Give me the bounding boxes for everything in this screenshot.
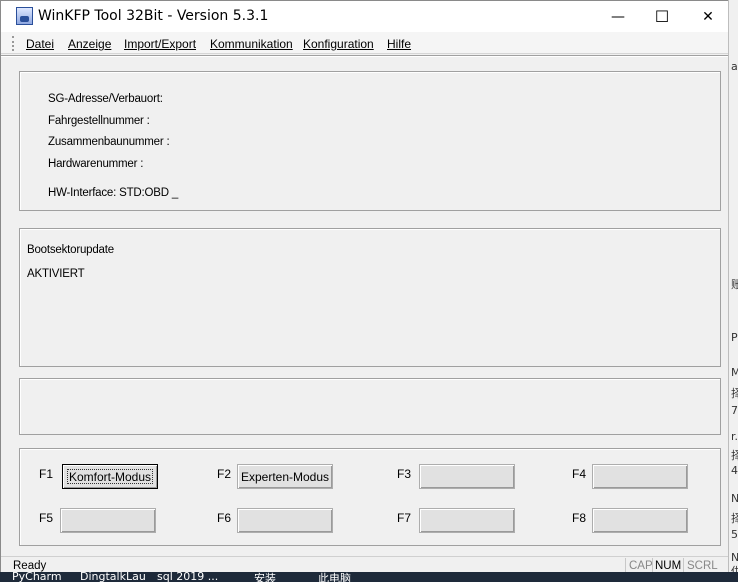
komfort-modus-button[interactable]: Komfort-Modus (62, 464, 158, 489)
experten-modus-button[interactable]: Experten-Modus (237, 464, 333, 489)
app-icon (16, 7, 33, 25)
status-text: Ready (13, 560, 47, 572)
taskbar-item[interactable]: 此电脑 (318, 572, 351, 582)
f8-label: F8 (572, 511, 587, 525)
f5-button[interactable] (60, 508, 156, 533)
menu-hilfe[interactable]: Hilfe (387, 37, 411, 51)
taskbar-item[interactable]: PyCharm (12, 572, 62, 582)
background-text: 账 (731, 278, 738, 291)
background-window: ay 账 P M 择 71 r. 择 41 NP 择 56 NF 供 (728, 0, 738, 582)
background-text: 56 (731, 528, 738, 541)
maximize-button[interactable]: ☐ (639, 1, 685, 32)
taskbar-item[interactable]: DingtalkLau (80, 572, 146, 582)
background-text: NP (731, 492, 738, 505)
f6-label: F6 (217, 511, 232, 525)
function-key-panel: F1 Komfort-Modus F2 Experten-Modus F3 F4… (19, 448, 721, 546)
background-text: 择 (731, 387, 738, 400)
title-bar[interactable]: WinKFP Tool 32Bit - Version 5.3.1 — ☐ ✕ (1, 1, 728, 32)
message-line-1: Bootsektorupdate (27, 244, 114, 256)
background-text: P (731, 331, 738, 344)
taskbar: PyCharm DingtalkLau sql 2019 ... 安装 此电脑 (0, 572, 738, 582)
message-line-2: AKTIVIERT (27, 268, 85, 280)
cap-indicator: CAP (629, 560, 653, 572)
background-text: M (731, 366, 738, 379)
taskbar-item[interactable]: sql 2019 ... (157, 572, 218, 582)
f3-label: F3 (397, 467, 412, 481)
scrl-indicator: SCRL (687, 560, 718, 572)
background-text: r. (731, 430, 738, 443)
background-text: 择 (731, 512, 738, 525)
window-title: WinKFP Tool 32Bit - Version 5.3.1 (38, 8, 269, 24)
ecu-info-panel: SG-Adresse/Verbauort: Fahrgestellnummer … (19, 71, 721, 211)
menu-konfiguration[interactable]: Konfiguration (303, 37, 374, 51)
f4-button[interactable] (592, 464, 688, 489)
hw-interface-label: HW-Interface: STD:OBD _ (48, 187, 179, 199)
menu-datei[interactable]: Datei (26, 37, 54, 51)
winkfp-window: WinKFP Tool 32Bit - Version 5.3.1 — ☐ ✕ … (0, 0, 729, 574)
menu-anzeige[interactable]: Anzeige (68, 37, 111, 51)
f3-button[interactable] (419, 464, 515, 489)
close-button[interactable]: ✕ (685, 1, 731, 32)
sg-adresse-label: SG-Adresse/Verbauort: (48, 93, 163, 105)
f7-button[interactable] (419, 508, 515, 533)
fahrgestellnummer-label: Fahrgestellnummer : (48, 115, 150, 127)
background-text: 71 (731, 404, 738, 417)
zusammenbaunummer-label: Zusammenbaunummer : (48, 136, 170, 148)
f7-label: F7 (397, 511, 412, 525)
background-text: 择 (731, 449, 738, 462)
background-text: ay (731, 60, 738, 73)
background-text: 41 (731, 464, 738, 477)
message-panel: Bootsektorupdate AKTIVIERT (19, 228, 721, 367)
num-indicator: NUM (655, 560, 682, 572)
f1-label: F1 (39, 467, 54, 481)
f5-label: F5 (39, 511, 54, 525)
f2-label: F2 (217, 467, 232, 481)
menu-grip (12, 36, 15, 51)
f6-button[interactable] (237, 508, 333, 533)
hardwarenummer-label: Hardwarenummer : (48, 158, 144, 170)
f8-button[interactable] (592, 508, 688, 533)
taskbar-item[interactable]: 安装 (254, 572, 276, 582)
progress-panel (19, 378, 721, 435)
menu-kommunikation[interactable]: Kommunikation (210, 37, 293, 51)
menu-import-export[interactable]: Import/Export (124, 37, 196, 51)
client-area-border (1, 55, 728, 57)
f4-label: F4 (572, 467, 587, 481)
menu-bar: Datei Anzeige Import/Export Kommunikatio… (1, 32, 728, 54)
minimize-button[interactable]: — (595, 1, 641, 32)
